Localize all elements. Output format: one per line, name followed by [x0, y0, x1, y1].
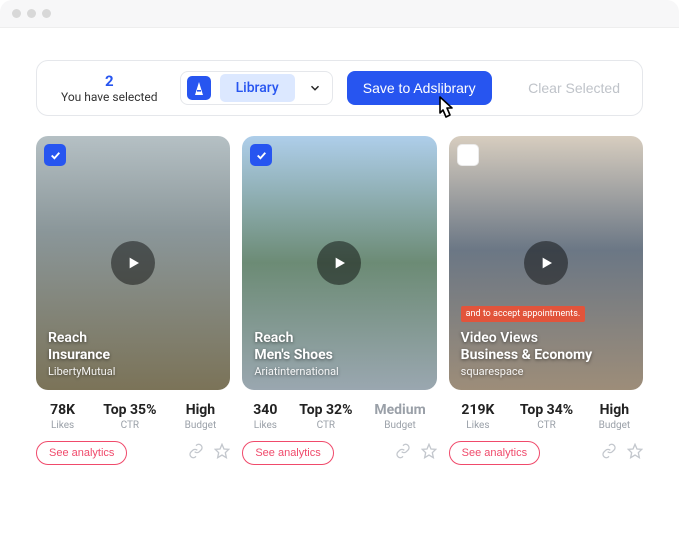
save-button-label: Save to Adslibrary: [363, 80, 476, 96]
selected-count: 2: [61, 72, 158, 90]
likes-label: Likes: [253, 420, 277, 431]
likes-value: 78K: [50, 402, 75, 418]
select-checkbox[interactable]: [250, 144, 272, 166]
ad-stats: 219K Likes Top 34% CTR High Budget: [449, 402, 643, 431]
ad-metric: Reach: [48, 330, 218, 346]
ctr-value: Top 34%: [520, 402, 573, 418]
link-icon[interactable]: [188, 443, 204, 463]
budget-value: Medium: [374, 402, 425, 418]
selected-label: You have selected: [61, 90, 158, 104]
ad-card: and to accept appointments. Video Views …: [449, 136, 643, 465]
likes-label: Likes: [461, 420, 494, 431]
ad-card: Reach Insurance LibertyMutual 78K Likes T…: [36, 136, 230, 465]
library-dropdown[interactable]: Library: [180, 71, 333, 105]
play-icon[interactable]: [111, 241, 155, 285]
ad-brand: Ariatinternational: [254, 365, 424, 378]
see-analytics-button[interactable]: See analytics: [242, 441, 333, 465]
save-to-adslibrary-button[interactable]: Save to Adslibrary: [347, 71, 492, 105]
ad-stats: 78K Likes Top 35% CTR High Budget: [36, 402, 230, 431]
see-analytics-button[interactable]: See analytics: [36, 441, 127, 465]
ad-category: Business & Economy: [461, 347, 631, 363]
ad-brand: squarespace: [461, 365, 631, 378]
star-icon[interactable]: [214, 443, 230, 463]
card-footer: See analytics: [242, 441, 436, 465]
card-footer: See analytics: [449, 441, 643, 465]
play-icon[interactable]: [524, 241, 568, 285]
likes-label: Likes: [50, 420, 75, 431]
budget-label: Budget: [374, 420, 425, 431]
ctr-label: CTR: [520, 420, 573, 431]
select-checkbox[interactable]: [457, 144, 479, 166]
selected-counter: 2 You have selected: [53, 72, 166, 104]
ctr-label: CTR: [299, 420, 352, 431]
video-caption: and to accept appointments.: [461, 306, 586, 322]
star-icon[interactable]: [421, 443, 437, 463]
card-footer: See analytics: [36, 441, 230, 465]
budget-label: Budget: [185, 420, 217, 431]
link-icon[interactable]: [395, 443, 411, 463]
traffic-light-dot: [27, 9, 36, 18]
traffic-light-dot: [42, 9, 51, 18]
clear-selected-button[interactable]: Clear Selected: [522, 80, 626, 96]
select-checkbox[interactable]: [44, 144, 66, 166]
ad-category: Insurance: [48, 347, 218, 363]
link-icon[interactable]: [601, 443, 617, 463]
ctr-value: Top 32%: [299, 402, 352, 418]
selection-toolbar: 2 You have selected Library Save to Adsl…: [36, 60, 643, 116]
traffic-light-dot: [12, 9, 21, 18]
budget-value: High: [599, 402, 631, 418]
adslibrary-logo-icon: [181, 76, 217, 100]
ad-thumbnail[interactable]: Reach Men's Shoes Ariatinternational: [242, 136, 436, 390]
play-icon[interactable]: [317, 241, 361, 285]
likes-value: 219K: [461, 402, 494, 418]
budget-label: Budget: [599, 420, 631, 431]
ad-cards-row: Reach Insurance LibertyMutual 78K Likes T…: [36, 136, 643, 465]
pointer-cursor-icon: [430, 91, 462, 130]
budget-value: High: [185, 402, 217, 418]
ad-metric: Reach: [254, 330, 424, 346]
ad-brand: LibertyMutual: [48, 365, 218, 378]
likes-value: 340: [253, 402, 277, 418]
chevron-down-icon: [298, 81, 332, 95]
window-chrome: [0, 0, 679, 28]
thumbnail-overlay-text: Reach Men's Shoes Ariatinternational: [254, 330, 424, 378]
ctr-label: CTR: [103, 420, 156, 431]
ad-thumbnail[interactable]: Reach Insurance LibertyMutual: [36, 136, 230, 390]
ad-metric: Video Views: [461, 330, 631, 346]
see-analytics-button[interactable]: See analytics: [449, 441, 540, 465]
ad-thumbnail[interactable]: and to accept appointments. Video Views …: [449, 136, 643, 390]
thumbnail-overlay-text: Video Views Business & Economy squarespa…: [461, 330, 631, 378]
ad-card: Reach Men's Shoes Ariatinternational 340…: [242, 136, 436, 465]
thumbnail-overlay-text: Reach Insurance LibertyMutual: [48, 330, 218, 378]
dropdown-value: Library: [220, 74, 295, 102]
ctr-value: Top 35%: [103, 402, 156, 418]
ad-category: Men's Shoes: [254, 347, 424, 363]
star-icon[interactable]: [627, 443, 643, 463]
ad-stats: 340 Likes Top 32% CTR Medium Budget: [242, 402, 436, 431]
